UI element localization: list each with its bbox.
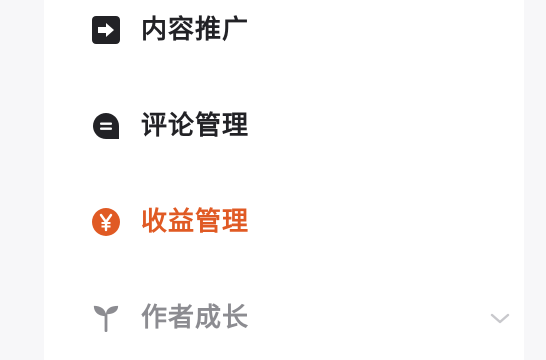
menu-item-label: 收益管理 [141, 207, 250, 237]
menu-item-income-management[interactable]: 收益管理 [92, 202, 512, 242]
menu-item-label: 内容推广 [141, 15, 250, 45]
menu-item-content-promotion[interactable]: 内容推广 [92, 10, 512, 50]
arrow-right-box-icon [92, 16, 120, 44]
chevron-down-icon[interactable] [488, 306, 512, 330]
yen-coin-icon [92, 208, 120, 236]
side-menu-panel: 内容推广 评论管理 收益管理 作者成长 [44, 0, 524, 360]
menu-item-label: 评论管理 [141, 111, 250, 141]
comment-bubble-icon [92, 112, 120, 140]
menu-item-label: 作者成长 [141, 303, 250, 333]
sprout-icon [92, 304, 120, 332]
menu-item-comment-management[interactable]: 评论管理 [92, 106, 512, 146]
menu-item-author-growth[interactable]: 作者成长 [92, 298, 512, 338]
